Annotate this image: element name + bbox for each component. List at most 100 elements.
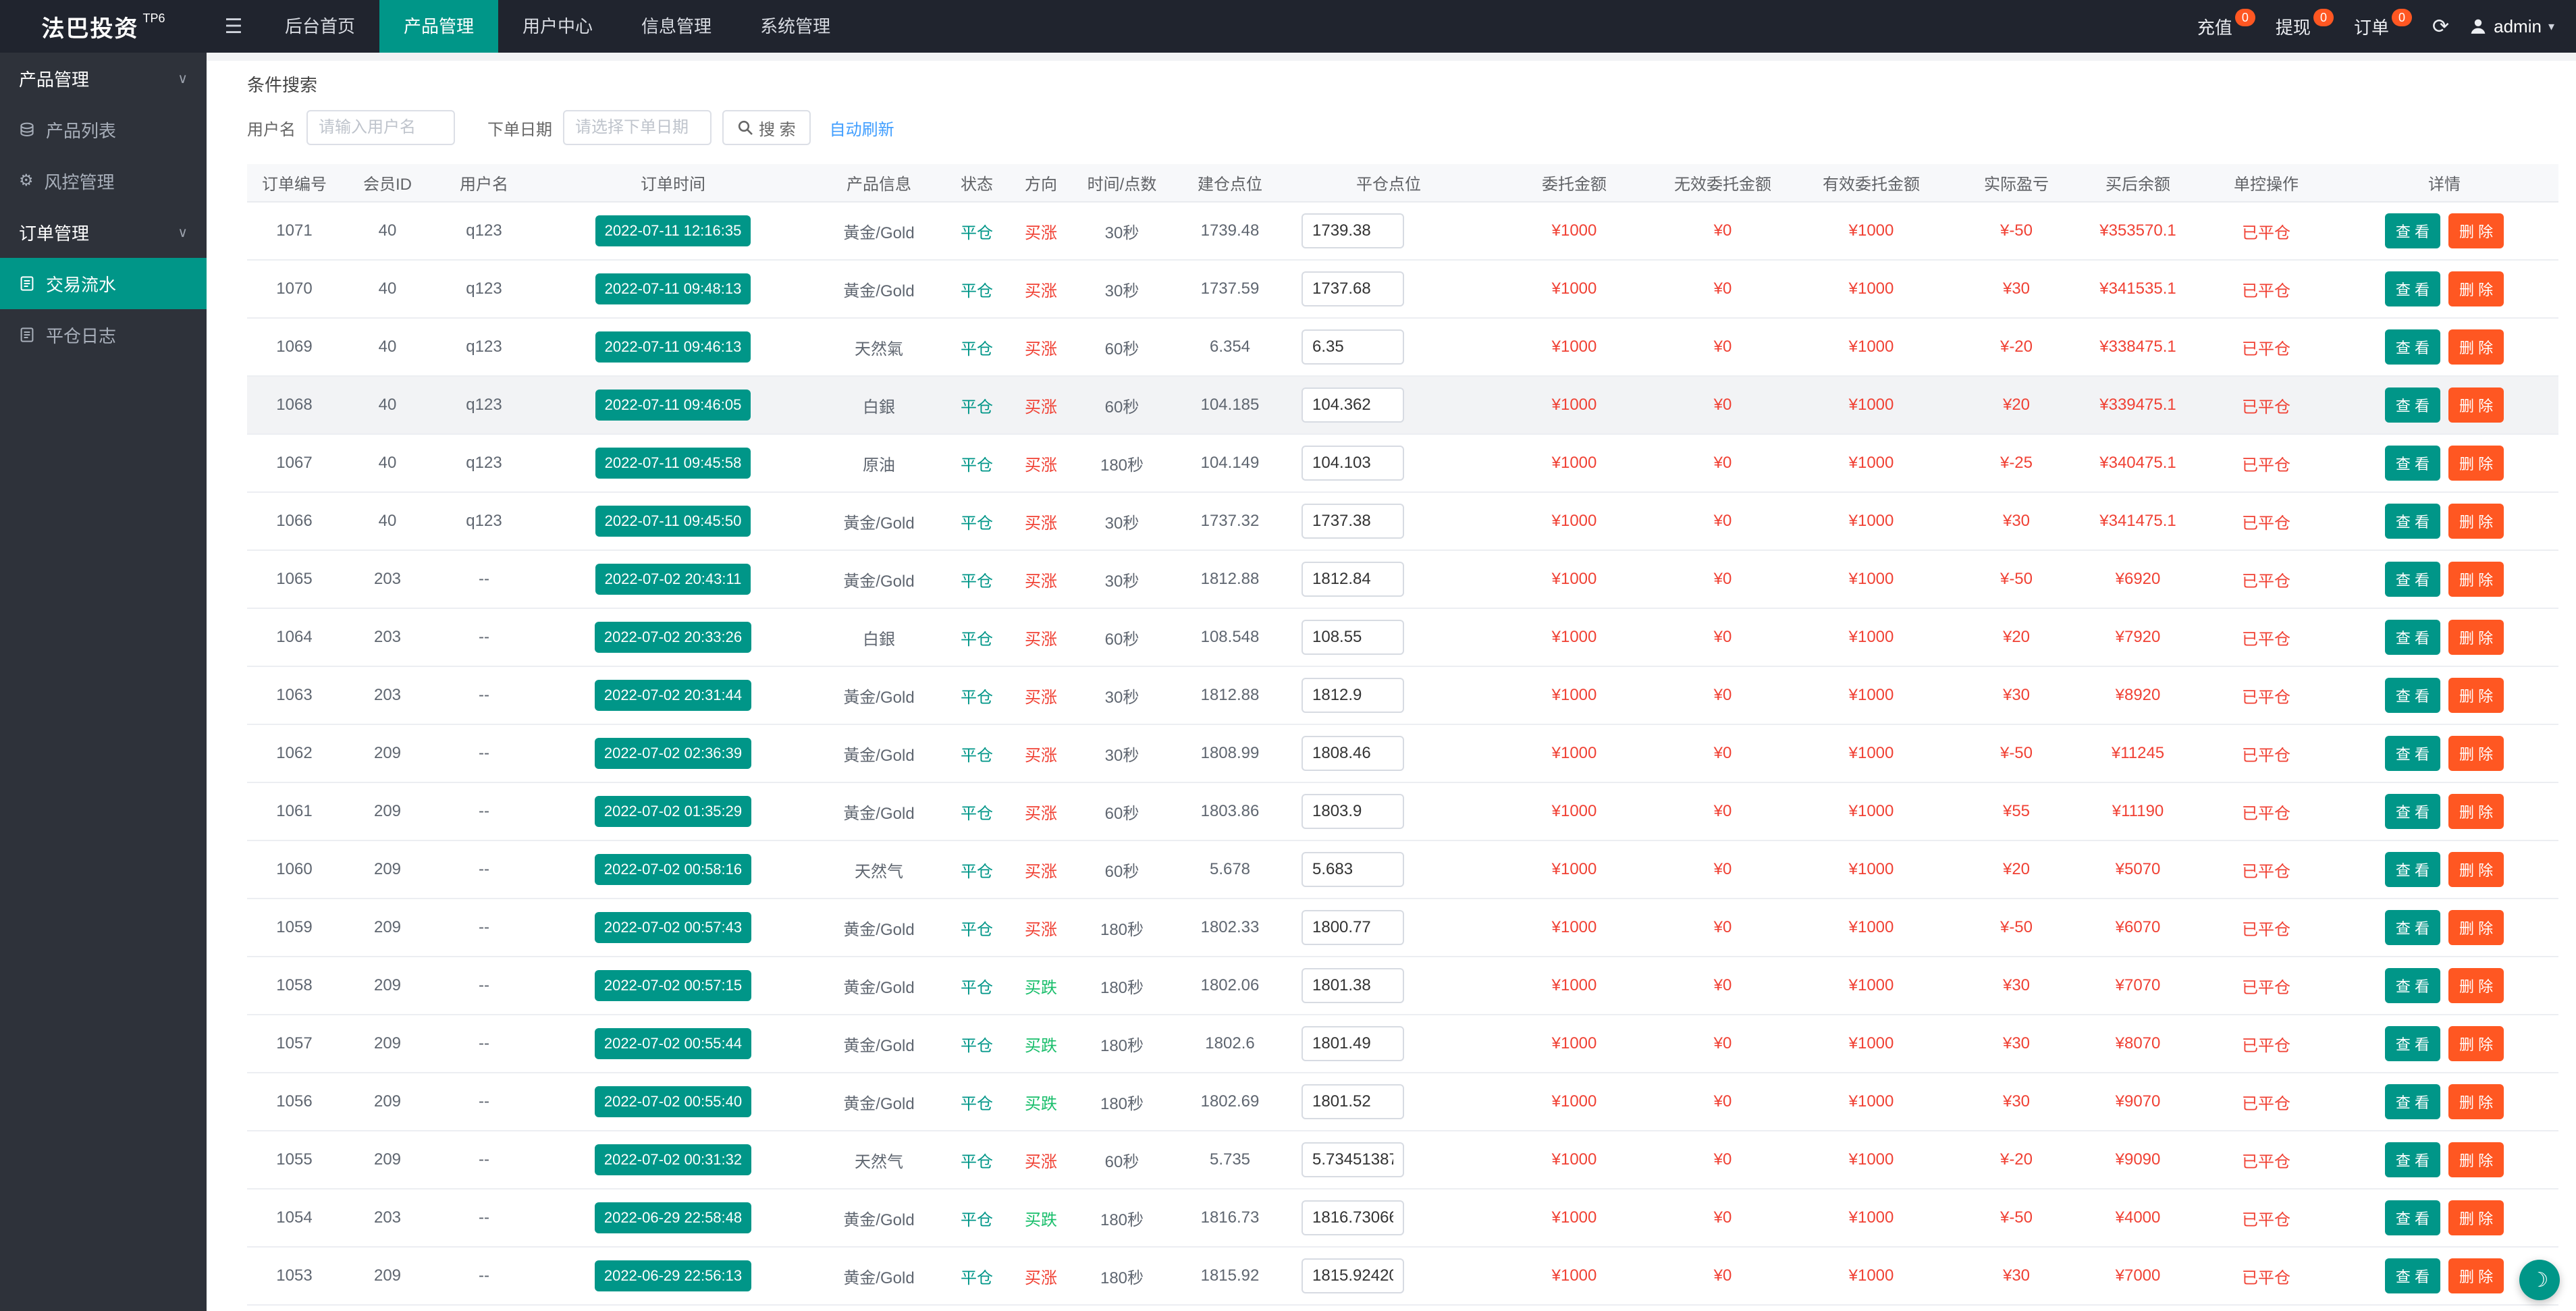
delete-button[interactable]: 删 除: [2448, 1084, 2504, 1119]
sidebar-item-平仓日志[interactable]: 平仓日志: [0, 309, 207, 360]
delete-button[interactable]: 删 除: [2448, 852, 2504, 887]
order-time-button[interactable]: 2022-06-29 22:56:13: [595, 1260, 751, 1291]
sidebar-item-产品管理[interactable]: 产品管理∨: [0, 53, 207, 104]
order-time-button[interactable]: 2022-07-02 00:31:32: [595, 1144, 751, 1175]
view-button[interactable]: 查 看: [2385, 387, 2440, 423]
close-price-input[interactable]: [1302, 213, 1404, 248]
delete-button[interactable]: 删 除: [2448, 213, 2504, 248]
delete-button[interactable]: 删 除: [2448, 1142, 2504, 1177]
refresh-icon[interactable]: ⟳: [2432, 15, 2449, 38]
view-button[interactable]: 查 看: [2385, 794, 2440, 829]
view-button[interactable]: 查 看: [2385, 852, 2440, 887]
close-price-input[interactable]: [1302, 504, 1404, 539]
delete-button[interactable]: 删 除: [2448, 1026, 2504, 1061]
date-input[interactable]: [563, 110, 712, 145]
delete-button[interactable]: 删 除: [2448, 736, 2504, 771]
order-time-button[interactable]: 2022-07-02 20:31:44: [595, 680, 751, 711]
order-time-button[interactable]: 2022-07-02 20:43:11: [595, 564, 751, 595]
hamburger-icon[interactable]: ☰: [207, 15, 261, 38]
sidebar-item-产品列表[interactable]: 产品列表: [0, 104, 207, 155]
delete-button[interactable]: 删 除: [2448, 504, 2504, 539]
search-button[interactable]: 搜 索: [722, 110, 811, 145]
delete-button[interactable]: 删 除: [2448, 794, 2504, 829]
nav-item-信息管理[interactable]: 信息管理: [617, 0, 736, 53]
view-button[interactable]: 查 看: [2385, 1026, 2440, 1061]
close-price-input[interactable]: [1302, 1258, 1404, 1293]
order-time-button[interactable]: 2022-07-02 00:57:15: [595, 970, 751, 1001]
close-price-input[interactable]: [1302, 387, 1404, 423]
delete-button[interactable]: 删 除: [2448, 1200, 2504, 1235]
sidebar-item-交易流水[interactable]: 交易流水: [0, 258, 207, 309]
order-time-button[interactable]: 2022-07-02 00:55:44: [595, 1028, 751, 1059]
view-button[interactable]: 查 看: [2385, 620, 2440, 655]
order-time-button[interactable]: 2022-07-11 09:45:58: [595, 448, 751, 479]
view-button[interactable]: 查 看: [2385, 678, 2440, 713]
order-time-button[interactable]: 2022-07-11 09:46:13: [595, 331, 751, 363]
view-button[interactable]: 查 看: [2385, 1142, 2440, 1177]
order-time-button[interactable]: 2022-07-02 00:58:16: [595, 854, 751, 885]
order-time-button[interactable]: 2022-07-02 02:36:39: [595, 738, 751, 769]
delete-button[interactable]: 删 除: [2448, 271, 2504, 306]
order-time-button[interactable]: 2022-07-02 01:35:29: [595, 796, 751, 827]
user-menu[interactable]: admin ▾: [2469, 16, 2554, 37]
nav-item-产品管理[interactable]: 产品管理: [379, 0, 498, 53]
auto-refresh-link[interactable]: 自动刷新: [830, 116, 894, 140]
product-info: 黃金/Gold: [811, 260, 946, 318]
order-time-button[interactable]: 2022-07-11 12:16:35: [595, 215, 751, 246]
close-price-input[interactable]: [1302, 968, 1404, 1003]
nav-item-后台首页[interactable]: 后台首页: [261, 0, 379, 53]
stat-提现[interactable]: 提现0: [2276, 14, 2334, 39]
sidebar-item-订单管理[interactable]: 订单管理∨: [0, 207, 207, 258]
delete-button[interactable]: 删 除: [2448, 678, 2504, 713]
view-button[interactable]: 查 看: [2385, 1258, 2440, 1293]
close-price-input[interactable]: [1302, 1142, 1404, 1177]
close-price-input[interactable]: [1302, 1026, 1404, 1061]
username-input[interactable]: [306, 110, 455, 145]
delete-button[interactable]: 删 除: [2448, 968, 2504, 1003]
open-price: 1739.48: [1169, 202, 1291, 260]
view-button[interactable]: 查 看: [2385, 329, 2440, 365]
close-price-input[interactable]: [1302, 736, 1404, 771]
order-time-button[interactable]: 2022-07-02 00:55:40: [595, 1086, 751, 1117]
theme-toggle-button[interactable]: ☽: [2519, 1260, 2560, 1300]
view-button[interactable]: 查 看: [2385, 910, 2440, 945]
delete-button[interactable]: 删 除: [2448, 910, 2504, 945]
close-price-input[interactable]: [1302, 271, 1404, 306]
view-button[interactable]: 查 看: [2385, 271, 2440, 306]
close-price-input[interactable]: [1302, 1200, 1404, 1235]
close-price-input[interactable]: [1302, 852, 1404, 887]
sidebar-item-风控管理[interactable]: ⚙风控管理: [0, 155, 207, 207]
stat-订单[interactable]: 订单0: [2354, 14, 2412, 39]
delete-button[interactable]: 删 除: [2448, 329, 2504, 365]
close-price-input[interactable]: [1302, 1084, 1404, 1119]
delete-button[interactable]: 删 除: [2448, 446, 2504, 481]
view-button[interactable]: 查 看: [2385, 446, 2440, 481]
close-price-input[interactable]: [1302, 620, 1404, 655]
close-price-input[interactable]: [1302, 562, 1404, 597]
stat-充值[interactable]: 充值0: [2197, 14, 2255, 39]
delete-button[interactable]: 删 除: [2448, 387, 2504, 423]
view-button[interactable]: 查 看: [2385, 213, 2440, 248]
nav-item-系统管理[interactable]: 系统管理: [736, 0, 855, 53]
view-button[interactable]: 查 看: [2385, 1084, 2440, 1119]
delete-button[interactable]: 删 除: [2448, 562, 2504, 597]
close-price-input[interactable]: [1302, 678, 1404, 713]
close-price-input[interactable]: [1302, 329, 1404, 365]
order-time-button[interactable]: 2022-06-29 22:58:48: [595, 1202, 751, 1233]
close-price-input[interactable]: [1302, 794, 1404, 829]
delete-button[interactable]: 删 除: [2448, 620, 2504, 655]
nav-item-用户中心[interactable]: 用户中心: [498, 0, 617, 53]
view-button[interactable]: 查 看: [2385, 1200, 2440, 1235]
order-time-button[interactable]: 2022-07-11 09:48:13: [595, 273, 751, 304]
order-time-button[interactable]: 2022-07-11 09:45:50: [595, 506, 751, 537]
view-button[interactable]: 查 看: [2385, 968, 2440, 1003]
view-button[interactable]: 查 看: [2385, 736, 2440, 771]
order-time-button[interactable]: 2022-07-02 00:57:43: [595, 912, 751, 943]
order-time-button[interactable]: 2022-07-11 09:46:05: [595, 390, 751, 421]
order-time-button[interactable]: 2022-07-02 20:33:26: [595, 622, 751, 653]
delete-button[interactable]: 删 除: [2448, 1258, 2504, 1293]
close-price-input[interactable]: [1302, 910, 1404, 945]
view-button[interactable]: 查 看: [2385, 504, 2440, 539]
close-price-input[interactable]: [1302, 446, 1404, 481]
view-button[interactable]: 查 看: [2385, 562, 2440, 597]
